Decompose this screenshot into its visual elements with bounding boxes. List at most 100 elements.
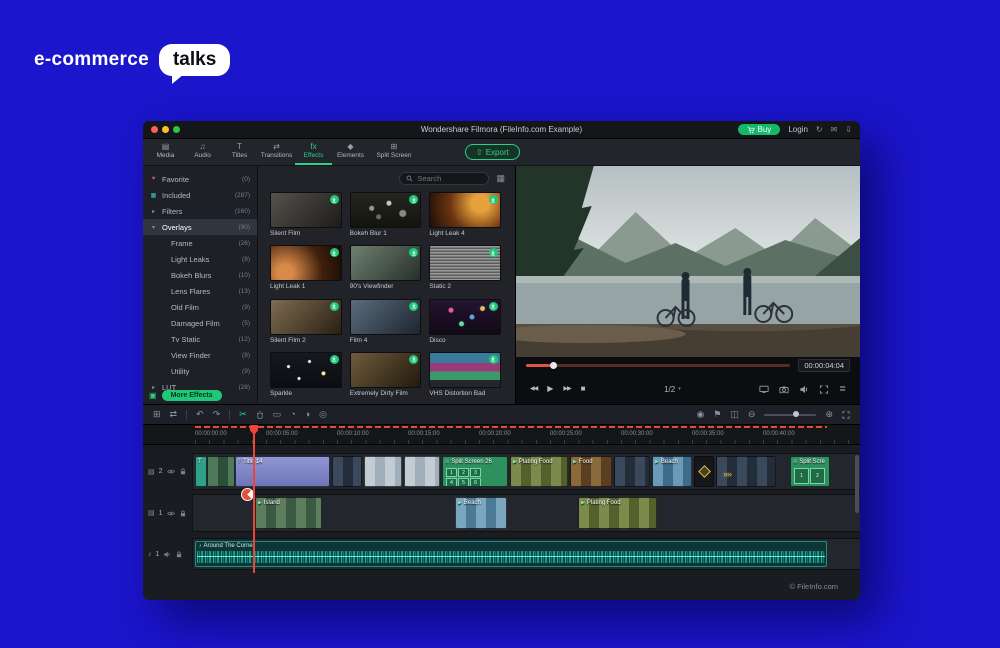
clip-video[interactable] [332, 456, 362, 487]
effect-item[interactable]: Extremely Dirty Film [350, 352, 422, 398]
color-correction-icon[interactable]: ◑ [305, 410, 310, 419]
clip-video[interactable] [404, 456, 440, 487]
effect-item[interactable]: 90's Viewfinder [350, 245, 422, 291]
download-icon[interactable] [330, 248, 339, 257]
redo-icon[interactable]: ↷ [213, 410, 221, 419]
eye-icon[interactable] [167, 468, 175, 475]
zoom-fit-icon[interactable] [842, 411, 850, 419]
effect-thumbnail[interactable] [429, 245, 501, 281]
tab-media[interactable]: ▤Media [147, 139, 184, 165]
effect-thumbnail[interactable] [429, 352, 501, 388]
speed-icon[interactable]: ◔ [290, 410, 295, 419]
download-icon[interactable] [409, 355, 418, 364]
marker-flag-icon[interactable]: ⚑ [713, 410, 721, 419]
tab-titles[interactable]: TTitles [221, 139, 258, 165]
clip-food[interactable]: ▶Food [570, 456, 612, 487]
track-body[interactable]: ▶Island ▶Beach ▶Plating Food [193, 494, 860, 532]
stop-button[interactable]: ■ [581, 385, 586, 393]
sidebar-item-utility[interactable]: Utility(9) [143, 363, 257, 379]
download-icon[interactable] [409, 248, 418, 257]
clip-island[interactable]: ▶Island [255, 497, 322, 529]
effect-thumbnail[interactable] [270, 352, 342, 388]
clip-video-speed[interactable]: »» [716, 456, 776, 487]
timeline-zoom-slider[interactable] [764, 414, 816, 416]
download-icon[interactable] [330, 195, 339, 204]
search-box[interactable] [399, 172, 489, 185]
download-icon[interactable] [489, 248, 498, 257]
clip-beach[interactable]: ▶Beach [652, 456, 692, 487]
clip-video[interactable] [207, 456, 235, 487]
buy-button[interactable]: Buy [738, 124, 781, 135]
tab-effects[interactable]: fxEffects [295, 139, 332, 165]
eye-icon[interactable] [167, 510, 175, 517]
download-icon[interactable] [330, 302, 339, 311]
seek-bar[interactable] [526, 364, 790, 367]
clip-split-screen-2[interactable]: ⊞Split Scre 1 2 [790, 456, 830, 487]
tab-audio[interactable]: ♫Audio [184, 139, 221, 165]
workspace-layout-icon[interactable]: ≣ [839, 385, 846, 393]
download-tray-icon[interactable]: ⇩ [845, 126, 852, 134]
sidebar-item-light-leaks[interactable]: Light Leaks(8) [143, 251, 257, 267]
clip-transition[interactable] [694, 456, 714, 487]
effect-item[interactable]: Static 2 [429, 245, 501, 291]
download-icon[interactable] [489, 355, 498, 364]
view-mode-grid-icon[interactable]: ▦ [496, 173, 505, 184]
effect-item[interactable]: Bokeh Blur 1 [350, 192, 422, 238]
effect-thumbnail[interactable] [350, 192, 422, 228]
track-body[interactable]: ♪Around The Corner [193, 538, 860, 570]
seek-handle[interactable] [550, 362, 557, 369]
mail-icon[interactable]: ✉ [831, 126, 838, 134]
effect-thumbnail[interactable] [429, 299, 501, 335]
effect-item[interactable]: Light Leak 1 [270, 245, 342, 291]
sidebar-item-favorite[interactable]: ♥Favorite(0) [143, 171, 257, 187]
motion-tracking-icon[interactable]: ◎ [319, 410, 327, 419]
clip-video[interactable] [614, 456, 650, 487]
sidebar-item-included[interactable]: ▦Included(287) [143, 187, 257, 203]
split-scissors-icon[interactable]: ✂ [239, 410, 247, 419]
undo-icon[interactable]: ↶ [196, 410, 204, 419]
close-window-button[interactable] [151, 126, 158, 133]
effect-item[interactable]: VHS Distortion Bad [429, 352, 501, 398]
effect-item[interactable]: Sparkle [270, 352, 342, 398]
effect-item[interactable]: Silent Film 2 [270, 299, 342, 345]
minimize-window-button[interactable] [162, 126, 169, 133]
download-icon[interactable] [489, 195, 498, 204]
delete-icon[interactable] [256, 411, 264, 419]
effect-thumbnail[interactable] [270, 192, 342, 228]
previous-frame-button[interactable]: ◀◀ [530, 386, 537, 392]
next-frame-button[interactable]: ▶▶ [563, 386, 570, 392]
clip-plating-food-2[interactable]: ▶Plating Food [578, 497, 657, 529]
tab-split-screen[interactable]: ⊞Split Screen [369, 139, 419, 165]
sidebar-item-lens-flares[interactable]: Lens Flares(13) [143, 283, 257, 299]
tab-transitions[interactable]: ⇄Transitions [258, 139, 295, 165]
snapshot-camera-icon[interactable] [779, 385, 789, 394]
zoom-out-icon[interactable]: ⊖ [748, 410, 756, 419]
lock-icon[interactable] [179, 468, 187, 475]
manage-tracks-icon[interactable]: ⊞ [153, 410, 161, 419]
play-button[interactable]: ▶ [547, 385, 553, 393]
preview-volume-icon[interactable] [799, 385, 809, 394]
clip-split-screen-26[interactable]: ⊞Split Screen 26 1 2 3 4 5 6 [442, 456, 508, 487]
sidebar-item-view-finder[interactable]: View Finder(8) [143, 347, 257, 363]
effect-thumbnail[interactable] [350, 245, 422, 281]
sidebar-item-frame[interactable]: Frame(26) [143, 235, 257, 251]
sidebar-item-tv-static[interactable]: Tv Static(12) [143, 331, 257, 347]
download-icon[interactable] [409, 195, 418, 204]
audio-mixer-icon[interactable]: ⇄ [170, 410, 178, 419]
clip-title-small[interactable]: T [195, 456, 207, 487]
sidebar-item-damaged-film[interactable]: Damaged Film(5) [143, 315, 257, 331]
download-icon[interactable] [489, 302, 498, 311]
effect-thumbnail[interactable] [270, 299, 342, 335]
sync-icon[interactable]: ↻ [816, 126, 823, 134]
effect-item[interactable]: Silent Film [270, 192, 342, 238]
effect-thumbnail[interactable] [350, 352, 422, 388]
playhead[interactable] [253, 425, 255, 573]
clip-audio-around-the-corner[interactable]: ♪Around The Corner [195, 541, 827, 567]
clip-title-14[interactable]: TTitle 14 [235, 456, 330, 487]
zoom-slider-handle[interactable] [793, 411, 799, 417]
vertical-scrollbar[interactable] [855, 455, 859, 513]
snap-icon[interactable]: ◫ [730, 410, 739, 419]
effect-item[interactable]: Light Leak 4 [429, 192, 501, 238]
effect-item[interactable]: Disco [429, 299, 501, 345]
display-device-icon[interactable] [759, 385, 769, 394]
